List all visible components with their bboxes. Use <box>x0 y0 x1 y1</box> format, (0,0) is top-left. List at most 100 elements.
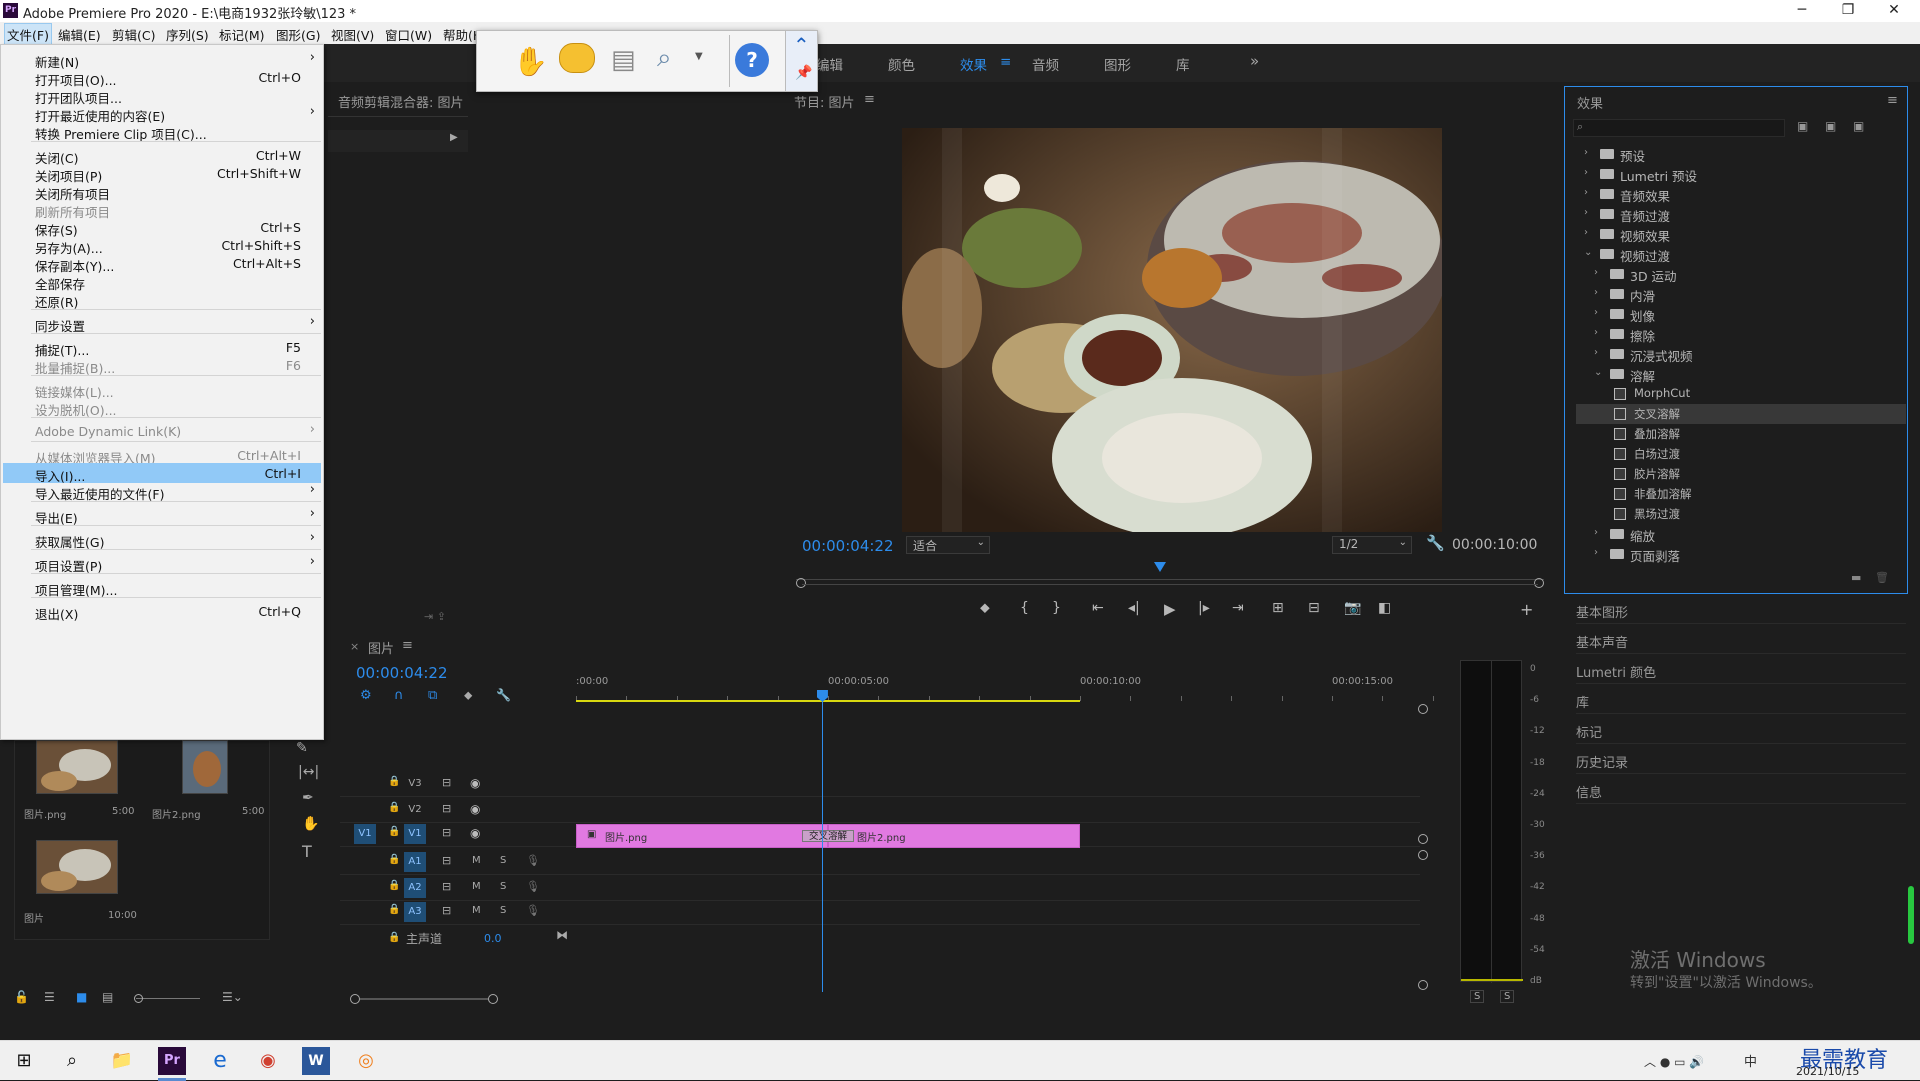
sync-lock-icon[interactable]: ⊟ <box>442 826 451 839</box>
file-menu-item[interactable]: 导出(E) › <box>3 505 321 526</box>
workspace-effects[interactable]: 效果 <box>960 54 987 74</box>
monitor-playhead[interactable] <box>1154 562 1167 572</box>
comment-icon[interactable] <box>559 43 595 73</box>
track-lock-icon[interactable]: 🔒 <box>388 802 400 813</box>
effect-folder[interactable]: › 音频过渡 <box>1576 204 1906 224</box>
mute-button[interactable]: M <box>472 881 481 892</box>
file-menu-item[interactable]: 保存副本(Y)... Ctrl+Alt+S <box>3 253 321 274</box>
project-thumb-2[interactable] <box>182 740 228 794</box>
play-icon[interactable]: ▶ <box>1164 600 1176 618</box>
effect-item[interactable]: 非叠加溶解 <box>1576 484 1906 504</box>
solo-button[interactable]: S <box>500 905 506 916</box>
timeline-clip[interactable]: ▣ 图片.png <box>576 824 828 848</box>
export-frame-icon[interactable]: 📷 <box>1344 600 1361 616</box>
hand-icon[interactable]: ✋ <box>513 45 548 78</box>
workspace-color[interactable]: 颜色 <box>888 54 915 74</box>
track-lock-icon[interactable]: 🔒 <box>388 880 400 891</box>
sync-lock-icon[interactable]: ⊟ <box>442 904 451 917</box>
effect-folder[interactable]: › Lumetri 预设 <box>1576 164 1906 184</box>
chevron-right-icon[interactable]: › <box>1594 267 1598 278</box>
workspace-libraries[interactable]: 库 <box>1176 54 1190 74</box>
timeline-playhead[interactable] <box>821 700 823 992</box>
panel-section-title[interactable]: 库 <box>1576 692 1589 711</box>
vertical-scroll-handle[interactable] <box>1418 704 1428 714</box>
mute-button[interactable]: M <box>472 905 481 916</box>
panel-section-title[interactable]: Lumetri 颜色 <box>1576 662 1656 681</box>
chevron-down-icon[interactable]: ▼ <box>695 51 703 62</box>
effect-item[interactable]: 白场过渡 <box>1576 444 1906 464</box>
step-forward-icon[interactable]: |▸ <box>1198 600 1210 616</box>
icon-view-icon[interactable]: ■ <box>76 990 87 1004</box>
menu-clip[interactable]: 剪辑(C) <box>112 25 155 44</box>
zoom-tool-icon[interactable]: ⌕ <box>657 43 672 74</box>
chevron-right-icon[interactable]: › <box>1584 147 1588 158</box>
new-bin-icon[interactable]: ▬ <box>1851 571 1861 584</box>
lock-icon[interactable]: 🔓 <box>14 990 29 1004</box>
expand-arrow-icon[interactable]: ▶ <box>450 132 458 143</box>
menu-edit[interactable]: 编辑(E) <box>58 25 101 44</box>
panel-section-title[interactable]: 基本声音 <box>1576 632 1628 651</box>
chevron-right-icon[interactable]: › <box>1584 167 1588 178</box>
workspace-graphics[interactable]: 图形 <box>1104 54 1131 74</box>
word-icon[interactable]: W <box>302 1047 330 1075</box>
32bit-effects-icon[interactable]: ▣ <box>1825 119 1836 133</box>
file-menu-item[interactable]: 捕捉(T)... F5 <box>3 337 321 358</box>
track-target-v3[interactable]: V3 <box>404 774 426 794</box>
sort-icon[interactable]: ☰⌄ <box>222 990 243 1004</box>
panel-menu-icon[interactable]: ≡ <box>402 638 413 653</box>
panel-section[interactable]: 基本声音 <box>1576 628 1906 654</box>
effect-folder[interactable]: ⌄ 视频过渡 <box>1576 244 1906 264</box>
program-timecode[interactable]: 00:00:04:22 <box>802 537 894 555</box>
mute-button[interactable]: M <box>472 855 481 866</box>
project-thumb-1[interactable] <box>36 740 118 794</box>
effects-search-input[interactable]: ⌕ <box>1573 119 1785 137</box>
comparison-view-icon[interactable]: ◧ <box>1378 600 1391 616</box>
monitor-ruler[interactable] <box>796 566 1544 580</box>
slip-tool-icon[interactable]: |↔| <box>298 764 319 780</box>
voiceover-mic-icon[interactable]: 🎙 <box>526 854 540 867</box>
menu-file[interactable]: 文件(F) <box>4 23 52 46</box>
file-menu-item[interactable]: 导入最近使用的文件(F) › <box>3 481 321 502</box>
sync-lock-icon[interactable]: ⊟ <box>442 880 451 893</box>
button-editor-plus-icon[interactable]: + <box>1520 600 1533 619</box>
chevron-right-icon[interactable]: › <box>1594 347 1598 358</box>
panel-section[interactable]: 信息 <box>1576 778 1906 804</box>
mark-out-icon[interactable]: } <box>1052 600 1061 616</box>
chevron-right-icon[interactable]: › <box>1584 207 1588 218</box>
track-target-v2[interactable]: V2 <box>404 800 426 820</box>
track-lock-icon[interactable]: 🔒 <box>388 932 400 943</box>
effect-item[interactable]: 叠加溶解 <box>1576 424 1906 444</box>
resolution-dropdown[interactable]: 1/2 ⌄ <box>1332 536 1412 554</box>
accelerated-effects-icon[interactable]: ▣ <box>1797 119 1808 133</box>
timeline-settings-wrench-icon[interactable]: 🔧 <box>496 688 511 702</box>
zoom-slider[interactable] <box>136 998 200 999</box>
solo-right-button[interactable]: S <box>1500 990 1515 1003</box>
timeline-clip[interactable]: ▣图片2.png <box>828 824 1080 848</box>
panel-footer-icons[interactable]: ⇥ ⇪ <box>424 610 446 623</box>
windows-start-icon[interactable]: ⊞ <box>10 1047 38 1075</box>
track-target-a3[interactable]: A3 <box>404 902 426 922</box>
effect-folder[interactable]: ⌄ 溶解 <box>1576 364 1906 384</box>
collapse-up-icon[interactable]: ⌃ <box>793 33 810 57</box>
wrench-icon[interactable]: 🔧 <box>1426 534 1445 552</box>
chevron-down-icon[interactable]: ⌄ <box>1594 367 1602 378</box>
chevron-right-icon[interactable]: › <box>1594 527 1598 538</box>
menu-graphics[interactable]: 图形(G) <box>276 25 320 44</box>
panel-section-title[interactable]: 历史记录 <box>1576 752 1628 771</box>
file-menu-item[interactable]: 关闭项目(P) Ctrl+Shift+W <box>3 163 321 184</box>
panel-section[interactable]: Lumetri 颜色 <box>1576 658 1906 684</box>
effect-folder[interactable]: › 视频效果 <box>1576 224 1906 244</box>
panel-section[interactable]: 标记 <box>1576 718 1906 744</box>
close-button[interactable]: ✕ <box>1874 2 1914 18</box>
master-volume-value[interactable]: 0.0 <box>484 932 502 945</box>
menu-window[interactable]: 窗口(W) <box>385 25 432 44</box>
add-marker-icon[interactable]: ⬥ <box>980 600 990 616</box>
voiceover-mic-icon[interactable]: 🎙 <box>526 880 540 893</box>
mark-in-icon[interactable]: { <box>1020 600 1029 616</box>
chevron-right-icon[interactable]: › <box>1594 307 1598 318</box>
effect-folder[interactable]: › 3D 运动 <box>1576 264 1906 284</box>
file-menu-item[interactable]: 新建(N) › <box>3 49 321 70</box>
file-menu-item[interactable]: 打开团队项目... <box>3 85 321 106</box>
type-tool-icon[interactable]: T <box>302 842 312 861</box>
panel-menu-icon[interactable]: ≡ <box>1887 93 1898 108</box>
